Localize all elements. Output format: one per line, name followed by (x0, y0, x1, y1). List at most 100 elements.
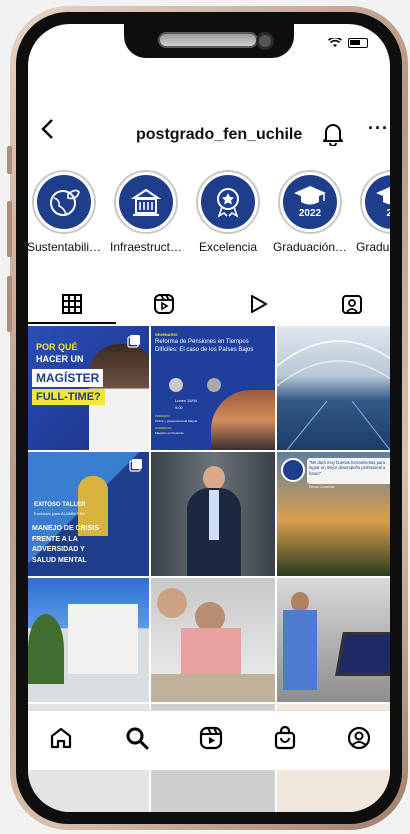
speaker-avatar (169, 378, 183, 392)
grid-icon (62, 294, 82, 314)
highlight-item[interactable]: 20 Gradua (352, 170, 390, 254)
profile-username: postgrado_fen_uchile (136, 126, 303, 143)
nav-profile[interactable] (346, 725, 372, 751)
post-text: Lunes 18/04 (175, 398, 198, 403)
nav-reels[interactable] (198, 725, 224, 751)
post-text: MAGÍSTER (32, 369, 104, 387)
post-text: HACER UN (36, 354, 84, 364)
notifications-button[interactable] (322, 122, 344, 151)
tab-grid[interactable] (60, 292, 84, 316)
post-text: Exclusivo para ALUMNI FEN (34, 511, 86, 516)
wifi-icon (328, 38, 342, 47)
post-text: Renzo Conchalo (309, 485, 335, 489)
post-text: Reforma de Pensiones en Tiempos Difícile… (155, 339, 254, 353)
tab-reels[interactable] (152, 292, 176, 316)
post-photo-person (157, 588, 187, 618)
highlight-label: Sustentabili… (28, 240, 102, 254)
post-tile[interactable]: "Me dará muy buenas herramientas para lo… (277, 452, 390, 576)
post-tile[interactable] (151, 578, 275, 702)
reels-icon (154, 294, 174, 314)
highlight-item[interactable]: Excelencia (188, 170, 268, 254)
nav-home[interactable] (48, 725, 74, 751)
battery-icon (348, 38, 368, 48)
story-highlights: Sustentabili… Infraestruct… Excelencia 2… (28, 170, 390, 254)
chevron-left-icon (41, 119, 53, 139)
phone-bezel: postgrado_fen_uchile ··· Sustentabili… I… (16, 12, 402, 824)
multiple-images-icon (127, 335, 140, 348)
post-tile[interactable] (28, 578, 149, 702)
search-icon (126, 727, 149, 750)
post-quote: "Me dará muy buenas herramientas para lo… (307, 458, 390, 484)
screen: postgrado_fen_uchile ··· Sustentabili… I… (28, 24, 390, 812)
volume-up-button (7, 201, 12, 257)
reels-icon (199, 726, 223, 750)
post-text: SALUD MENTAL (32, 556, 87, 564)
profile-tabs (28, 284, 390, 324)
post-tile[interactable] (151, 452, 275, 576)
active-tab-indicator (28, 322, 116, 324)
multiple-images-icon (129, 459, 142, 472)
post-photo-court (277, 340, 390, 450)
post-photo-tree (28, 614, 64, 684)
back-button[interactable] (40, 116, 56, 147)
post-tile[interactable]: SEMINARIO Reforma de Pensiones en Tiempo… (151, 326, 275, 450)
earth-leaf-icon (50, 189, 80, 216)
bottom-navigation (28, 710, 390, 770)
post-text: POR QUÉ (36, 342, 78, 352)
post-text-block: MANEJO DE CRISIS FRENTE A LA ADVERSIDAD … (32, 524, 99, 566)
speaker-avatar (207, 378, 221, 392)
post-photo-shirt (209, 490, 219, 540)
phone-frame: postgrado_fen_uchile ··· Sustentabili… I… (7, 6, 408, 830)
status-bar (328, 38, 368, 48)
post-tile[interactable]: POR QUÉ HACER UN MAGÍSTER FULL-TIME? (28, 326, 149, 450)
highlight-item[interactable]: Infraestruct… (106, 170, 186, 254)
highlight-label: Infraestruct… (109, 240, 183, 254)
tab-videos[interactable] (246, 292, 270, 316)
highlight-badge-year: 2022 (298, 208, 322, 219)
post-text: FULL-TIME? (32, 389, 105, 405)
nav-shop[interactable] (272, 725, 298, 751)
more-options-button[interactable]: ··· (368, 118, 389, 139)
bell-icon (323, 124, 343, 147)
post-photo-person (283, 610, 317, 690)
post-text: 9:00 (175, 405, 183, 410)
post-photo-screen (335, 632, 390, 676)
notch (124, 24, 294, 58)
highlight-label: Excelencia (198, 240, 258, 254)
volume-down-button (7, 276, 12, 332)
post-photo-face (291, 592, 309, 612)
home-icon (50, 727, 72, 749)
post-tile[interactable] (277, 578, 390, 702)
post-photo-face (203, 466, 225, 490)
post-photo-city (211, 390, 275, 450)
profile-header: postgrado_fen_uchile ··· (28, 118, 390, 151)
post-text: SEMINARIO (155, 332, 178, 337)
post-text: ADVERSIDAD Y (32, 546, 85, 553)
mute-switch (7, 146, 12, 174)
highlight-badge-year: 20 (386, 208, 390, 219)
award-badge-icon (217, 188, 239, 218)
post-photo-building (68, 604, 138, 674)
post-text: FRENTE A LA (32, 535, 78, 543)
student-avatar (281, 458, 305, 482)
front-camera (256, 32, 274, 50)
highlight-item[interactable]: Sustentabili… (28, 170, 104, 254)
post-text: FORMATO (155, 414, 170, 418)
highlight-label: Graduación… (272, 240, 348, 254)
tab-tagged[interactable] (340, 292, 364, 316)
graduation-cap-icon (294, 186, 326, 205)
building-icon (130, 188, 162, 216)
highlight-item[interactable]: 2022 Graduación… (270, 170, 350, 254)
post-text: EXITOSO TALLER (34, 502, 86, 508)
post-tile[interactable] (277, 326, 390, 450)
speaker (158, 32, 258, 48)
post-text: AUDIENCIA (155, 426, 172, 430)
post-tile[interactable]: EXITOSO TALLER Exclusivo para ALUMNI FEN… (28, 452, 149, 576)
nav-search[interactable] (124, 725, 150, 751)
shopping-bag-icon (274, 725, 296, 750)
post-text: Online y presencial Aula Magna (155, 419, 198, 423)
graduation-cap-icon (376, 186, 390, 205)
tagged-person-icon (342, 295, 362, 314)
post-text: Magíster en Finanzas (155, 431, 184, 435)
post-photo-table (151, 674, 275, 702)
